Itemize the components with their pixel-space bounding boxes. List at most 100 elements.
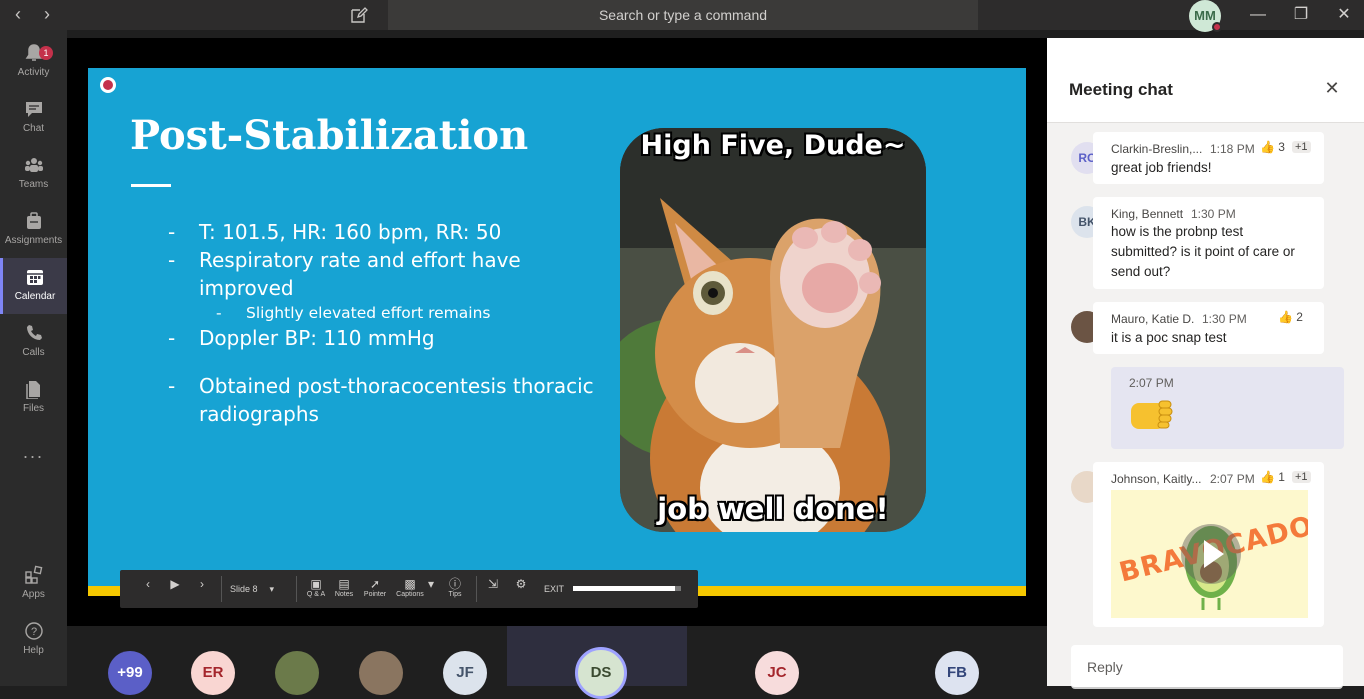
participant-avatar[interactable]: ER xyxy=(191,651,235,695)
thumbs-up-reaction[interactable]: 👍 2 xyxy=(1278,310,1303,324)
forward-arrow-icon[interactable]: › xyxy=(37,5,57,23)
rail-item-calls[interactable]: Calls xyxy=(0,314,67,370)
previous-slide-button[interactable]: ‹ xyxy=(140,570,156,608)
thumbs-up-reaction[interactable]: 👍 3 xyxy=(1260,140,1285,154)
thumbs-up-reaction[interactable]: 👍 1 xyxy=(1260,470,1285,484)
sender-name: King, Bennett xyxy=(1111,207,1184,221)
search-input[interactable]: Search or type a command xyxy=(388,0,978,30)
rail-item-teams[interactable]: Teams xyxy=(0,146,67,202)
participant-avatar[interactable]: FB xyxy=(935,651,979,695)
avatar-initials: MM xyxy=(1194,8,1216,23)
reaction-count: 1 xyxy=(1278,470,1285,484)
qa-label: Q & A xyxy=(306,591,326,598)
sender-name: Clarkin-Breslin,... xyxy=(1111,142,1203,156)
play-icon xyxy=(1204,540,1224,568)
rail-item-chat[interactable]: Chat xyxy=(0,90,67,146)
message-text: how is the probnp test submitted? is it … xyxy=(1111,222,1295,282)
participant-initials: JF xyxy=(456,664,474,681)
sender-name: Mauro, Katie D. xyxy=(1111,312,1195,326)
participant-overflow[interactable]: +99 xyxy=(108,651,152,695)
slide-selector[interactable]: Slide 8 ▾ xyxy=(230,570,292,608)
assignments-icon xyxy=(26,212,41,229)
minimize-icon[interactable]: — xyxy=(1247,4,1269,26)
chat-message[interactable]: King, Bennett 1:30 PM how is the probnp … xyxy=(1093,197,1324,289)
chat-message[interactable]: Clarkin-Breslin,... 1:18 PM 👍 3 +1 great… xyxy=(1093,132,1324,184)
avatar[interactable]: MM xyxy=(1189,0,1222,32)
rail-item-apps[interactable]: Apps xyxy=(0,556,67,612)
chevron-down-icon: ▾ xyxy=(427,577,435,591)
next-slide-button[interactable]: › xyxy=(194,570,210,608)
participant-avatar[interactable] xyxy=(275,651,319,695)
slide-title: Post-Stabilization xyxy=(130,112,529,159)
slide-progress-bar[interactable] xyxy=(573,586,681,591)
participant-avatar[interactable]: JF xyxy=(443,651,487,695)
pointer-icon: ➚ xyxy=(369,577,381,591)
files-icon xyxy=(25,381,40,399)
back-arrow-icon[interactable]: ‹ xyxy=(8,5,28,23)
play-icon: ▶ xyxy=(170,577,180,591)
bravocado-sticker[interactable]: BRAVOCADO xyxy=(1111,490,1308,618)
chat-icon xyxy=(25,102,42,117)
rail-label: Files xyxy=(22,403,45,414)
ellipsis-icon: ... xyxy=(22,442,44,462)
participant-initials: JC xyxy=(767,664,787,681)
chat-message[interactable]: Johnson, Kaitly... 2:07 PM 👍 1 +1 BRAVOC… xyxy=(1093,462,1324,627)
settings-button[interactable]: ⚙ xyxy=(512,570,530,608)
rail-item-activity[interactable]: 1 Activity xyxy=(0,34,67,90)
extra-reactions[interactable]: +1 xyxy=(1292,471,1311,483)
reaction-count: 2 xyxy=(1296,310,1303,324)
exit-label: EXIT xyxy=(543,584,564,594)
chat-title: Meeting chat xyxy=(1069,80,1173,99)
chat-header: Meeting chat ✕ xyxy=(1047,38,1364,123)
thumbs-up-icon: 👍 xyxy=(1278,310,1293,324)
more-apps-button[interactable]: ... xyxy=(0,442,67,498)
my-chat-message[interactable]: 2:07 PM xyxy=(1111,367,1344,449)
restore-icon[interactable]: ❐ xyxy=(1290,4,1312,26)
info-icon: ⓘ xyxy=(448,577,461,591)
participant-avatar[interactable] xyxy=(359,651,403,695)
tips-button[interactable]: ⓘ Tips xyxy=(445,570,465,608)
play-button[interactable] xyxy=(1181,524,1241,584)
extra-reactions[interactable]: +1 xyxy=(1292,141,1311,153)
notes-icon: ▤ xyxy=(338,577,350,591)
collapse-icon: ⇲ xyxy=(487,577,499,591)
svg-text:?: ? xyxy=(30,626,36,638)
pointer-button[interactable]: ➚ Pointer xyxy=(362,570,388,608)
cat-meme-image: High Five, Dude~ job well done! xyxy=(620,128,926,532)
rail-item-assignments[interactable]: Assignments xyxy=(0,202,67,258)
play-button[interactable]: ▶ xyxy=(167,570,183,608)
title-bar: ‹ › Search or type a command MM — ❐ ✕ xyxy=(0,0,1364,32)
exit-fullscreen-button[interactable]: ⇲ xyxy=(484,570,502,608)
active-speaker-avatar[interactable]: DS xyxy=(575,647,627,699)
qa-button[interactable]: ▣ Q & A xyxy=(305,570,327,608)
captions-label: Captions xyxy=(396,591,424,598)
captions-dropdown[interactable]: ▾ xyxy=(426,570,436,608)
close-icon[interactable]: ✕ xyxy=(1333,4,1355,26)
exit-button[interactable]: EXIT xyxy=(540,570,568,608)
chat-message[interactable]: Mauro, Katie D. 1:30 PM 👍 2 it is a poc … xyxy=(1093,302,1324,354)
rail-label: Teams xyxy=(18,179,49,190)
reply-input[interactable]: Reply xyxy=(1071,645,1343,689)
rail-item-files[interactable]: Files xyxy=(0,370,67,426)
compose-icon[interactable] xyxy=(350,6,368,24)
close-icon[interactable]: ✕ xyxy=(1322,78,1342,98)
thumbs-up-icon: 👍 xyxy=(1260,470,1275,484)
qa-icon: ▣ xyxy=(310,577,322,591)
notes-button[interactable]: ▤ Notes xyxy=(333,570,355,608)
message-text: great job friends! xyxy=(1111,160,1212,175)
teams-icon xyxy=(24,158,43,172)
phone-icon xyxy=(26,325,42,340)
message-time: 1:18 PM xyxy=(1210,142,1255,156)
slide-bullets: T: 101.5, HR: 160 bpm, RR: 50 Respirator… xyxy=(166,218,596,428)
rail-item-calendar[interactable]: Calendar xyxy=(0,258,67,314)
reaction-count: 3 xyxy=(1278,140,1285,154)
participant-avatar[interactable]: JC xyxy=(755,651,799,695)
tips-label: Tips xyxy=(448,591,462,598)
captions-button[interactable]: ▩ Captions xyxy=(395,570,425,608)
rail-label: Assignments xyxy=(4,235,63,246)
cat-illustration xyxy=(620,128,926,532)
rail-item-help[interactable]: ? Help xyxy=(0,612,67,668)
pointer-label: Pointer xyxy=(363,591,387,598)
message-text: it is a poc snap test xyxy=(1111,330,1227,345)
meme-top-caption: High Five, Dude~ xyxy=(640,130,906,161)
